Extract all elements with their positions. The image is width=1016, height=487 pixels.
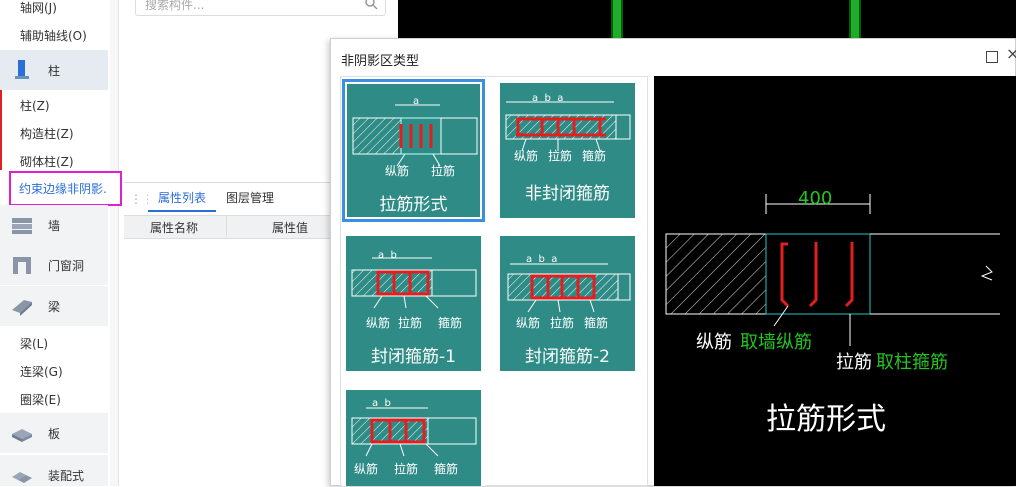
sidebar-category-beam[interactable]: 梁 [0,286,108,326]
longitudinal-label: 纵筋 [516,316,541,330]
option-closed-stirrup-1[interactable]: 纵筋 拉筋 箍筋 a b 封闭箍筋-1 [342,232,485,375]
stirrup-label: 箍筋 [438,316,463,330]
option-closed-stirrup-3[interactable]: 纵筋 拉筋 箍筋 a b [342,386,485,486]
longitudinal-label: 纵筋 [354,462,379,476]
cad-canvas[interactable] [398,0,1016,38]
sidebar-category-label: 柱 [48,64,61,78]
sidebar-category-label: 墙 [48,219,61,233]
sidebar-category-slab[interactable]: 板 [0,413,108,453]
tie-label: 拉筋 [548,149,573,163]
option-caption: 封闭箍筋-1 [371,347,456,367]
sidebar-item-ring-beam[interactable]: 圈梁(E) [20,391,61,408]
sidebar-item-beam[interactable]: 梁(L) [20,335,48,352]
cad-column-mark [849,0,861,38]
column-header-value: 属性值 [272,221,309,235]
sidebar-item-link-beam[interactable]: 连梁(G) [20,363,63,380]
sidebar-category-label: 梁 [48,300,61,314]
slab-icon [12,429,32,442]
option-non-closed-stirrup[interactable]: 纵筋 拉筋 箍筋 a b a 非封闭箍筋 [496,79,639,222]
dim-label: a b [378,250,397,261]
sidebar-item-masonry-column[interactable]: 砌体柱(Z) [20,153,74,170]
dim-label: a b a [532,93,564,104]
tab-layer-management[interactable]: 图层管理 [226,186,274,210]
longitudinal-label: 纵筋 [385,164,410,178]
option-caption: 封闭箍筋-2 [525,347,610,367]
cad-column-mark [611,0,623,38]
preview-tie-label: 拉筋 [836,352,872,373]
sidebar-item-column[interactable]: 柱(Z) [20,97,50,114]
dialog-title: 非阴影区类型 [341,54,420,69]
dim-label: a [413,96,420,107]
stirrup-label: 箍筋 [434,462,459,476]
panel-divider [123,182,345,183]
tie-label: 拉筋 [394,462,419,476]
sidebar-scrollbar[interactable] [110,0,118,486]
sidebar-category-label: 门窗洞 [48,259,85,273]
sidebar-item-aux-axis[interactable]: 辅助轴线(O) [20,27,87,44]
column-header-name: 属性名称 [150,221,199,235]
sidebar-category-door-window[interactable]: 门窗洞 [0,245,108,285]
stirrup-label: 箍筋 [584,316,609,330]
dim-label: a b a [526,254,558,265]
column-icon [15,60,29,79]
search-placeholder: 搜索构件... [145,0,205,12]
tie-label: 拉筋 [431,164,456,178]
preview-title: 拉筋形式 [766,402,886,437]
sidebar-category-column[interactable]: 柱 [0,50,108,90]
sidebar-item-axis-net[interactable]: 轴网(J) [20,0,57,16]
sidebar-item-constraint-edge[interactable]: 约束边缘非阴影. [19,180,107,197]
option-caption: 非封闭箍筋 [525,184,610,204]
close-icon[interactable]: × [1006,44,1016,63]
tab-property-list[interactable]: 属性列表 [148,186,216,212]
preview-dimension: 400 [798,188,833,209]
option-caption: 拉筋形式 [379,195,448,215]
beam-icon [12,300,32,316]
option-closed-stirrup-2[interactable]: 纵筋 拉筋 箍筋 a b a 封闭箍筋-2 [496,232,639,375]
sidebar-category-prefab[interactable]: 装配式 [0,455,108,486]
dim-label: a b [372,398,391,409]
type-preview: 400 纵筋 取墙纵筋 拉筋 取柱箍筋 拉筋形式 [654,76,1016,486]
option-tie-form[interactable]: 纵筋 拉筋 a 拉筋形式 [342,79,485,222]
sidebar-category-label: 板 [48,427,61,441]
prefab-icon [12,472,32,483]
stirrup-label: 箍筋 [582,149,607,163]
preview-longitudinal-note: 取墙纵筋 [740,332,812,353]
header-separator [226,216,227,236]
longitudinal-label: 纵筋 [366,316,391,330]
tie-label: 拉筋 [398,316,423,330]
preview-tie-note: 取柱箍筋 [876,352,948,373]
sidebar-category-wall[interactable]: 墙 [0,205,108,245]
preview-longitudinal-label: 纵筋 [696,332,732,353]
search-icon[interactable] [364,0,378,10]
tie-label: 拉筋 [550,316,575,330]
maximize-icon[interactable] [986,51,998,63]
wall-icon [12,218,32,234]
sidebar-category-label: 装配式 [48,469,85,483]
door-window-icon [13,257,31,274]
longitudinal-label: 纵筋 [514,149,539,163]
sidebar-item-struct-column[interactable]: 构造柱(Z) [20,125,74,142]
